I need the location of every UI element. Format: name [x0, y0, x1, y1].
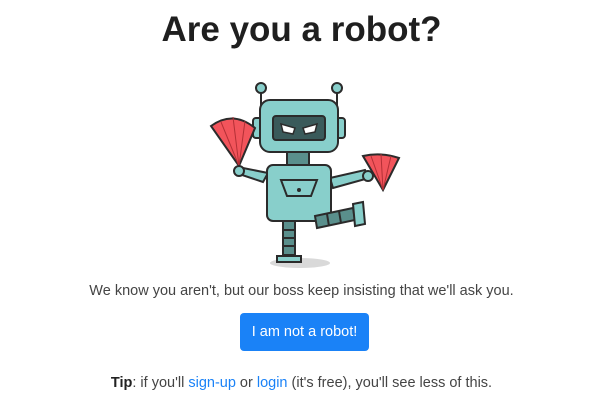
robot-neck: [286, 151, 310, 167]
robot-message: We know you aren't, but our boss keep in…: [89, 283, 514, 299]
robot-visor: [272, 115, 326, 141]
left-hand: [233, 165, 245, 177]
robot-standing-leg: [282, 220, 296, 256]
robot-foot: [276, 255, 302, 263]
right-hand: [362, 170, 374, 182]
page-title: Are you a robot?: [161, 10, 442, 49]
signup-link[interactable]: sign-up: [188, 375, 236, 391]
login-link[interactable]: login: [257, 375, 288, 391]
tip-text: Tip: if you'll sign-up or login (it's fr…: [0, 373, 603, 393]
robot-chest-button: [297, 188, 301, 192]
captcha-page: Are you a robot? We know you aren't, but…: [0, 0, 603, 415]
not-a-robot-button[interactable]: I am not a robot!: [240, 313, 369, 351]
tip-rest: (it's free), you'll see less of this.: [287, 375, 493, 391]
tip-label: Tip: [110, 375, 133, 391]
left-fan: [209, 116, 257, 169]
tip-or: or: [235, 375, 257, 391]
tip-intro: : if you'll: [132, 375, 189, 391]
robot-illustration: [209, 82, 401, 268]
robot-kicking-foot: [351, 200, 367, 228]
